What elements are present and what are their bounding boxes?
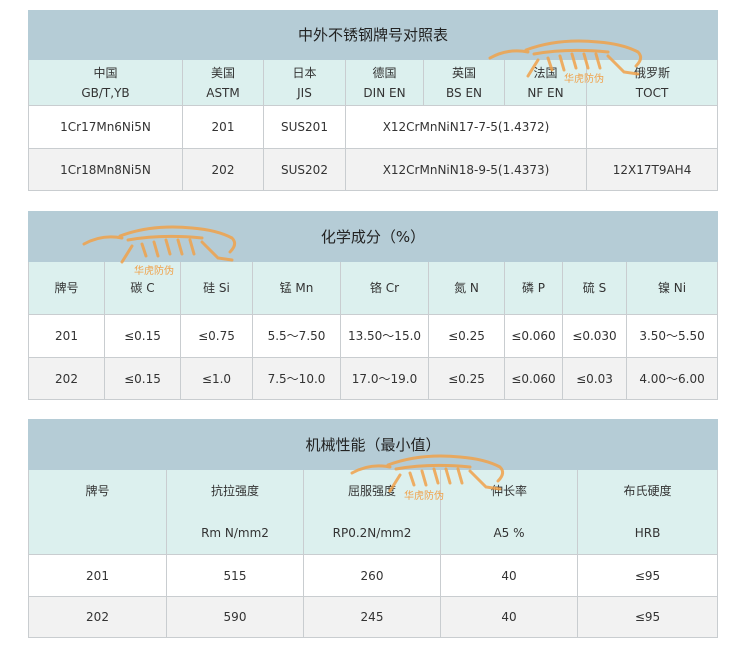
table-cell: ≤0.030 (562, 314, 627, 358)
cell-us: 201 (182, 105, 264, 149)
header-usa: 美国 ASTM (182, 59, 264, 106)
table-row: 1Cr17Mn6Ni5N 201 SUS201 X12CrMnNiN17-7-5… (28, 105, 719, 149)
cell-jp: SUS202 (263, 148, 346, 191)
header-grade: 牌号 (28, 469, 167, 555)
header-silicon: 硅 Si (180, 261, 253, 315)
header-grade: 牌号 (28, 261, 105, 315)
header-manganese: 锰 Mn (252, 261, 341, 315)
table-cell: ≤95 (577, 596, 718, 638)
cell-cn: 1Cr17Mn6Ni5N (28, 105, 183, 149)
table-cell: ≤0.03 (562, 357, 627, 400)
table-cell: ≤0.75 (180, 314, 253, 358)
table-cell: ≤0.25 (428, 357, 505, 400)
table-cell: ≤1.0 (180, 357, 253, 400)
table-row: 201 515 260 40 ≤95 (28, 554, 718, 597)
cell-ru (585, 105, 719, 149)
table-cell: 260 (303, 554, 441, 597)
table-cell: 4.00～6.00 (625, 357, 719, 400)
table-cell: 202 (28, 596, 167, 638)
header-nitrogen: 氮 N (428, 261, 505, 315)
table-title: 化学成分（%） (27, 211, 719, 262)
header-chromium: 铬 Cr (340, 261, 429, 315)
table-row: 202 590 245 40 ≤95 (28, 596, 718, 638)
header-sulfur: 硫 S (562, 261, 627, 315)
table-cell: ≤0.25 (428, 314, 505, 358)
table-cell: 17.0～19.0 (340, 357, 429, 400)
header-elongation: 伸长率 A5 % (440, 469, 578, 555)
cell-us: 202 (182, 148, 264, 191)
table-cell: 5.5～7.50 (252, 314, 341, 358)
cell-eu: X12CrMnNiN17-7-5(1.4372) (345, 105, 587, 149)
header-carbon: 碳 C (104, 261, 181, 315)
table-cell: ≤0.060 (504, 314, 563, 358)
header-tensile-strength: 抗拉强度 Rm N/mm2 (166, 469, 304, 555)
table-cell: 590 (166, 596, 304, 638)
header-japan: 日本 JIS (263, 59, 346, 106)
table-cell: 515 (166, 554, 304, 597)
table-cell: 13.50～15.0 (340, 314, 429, 358)
cell-ru: 12X17T9AH4 (585, 148, 719, 191)
table-row: 201 ≤0.15 ≤0.75 5.5～7.50 13.50～15.0 ≤0.2… (28, 314, 719, 358)
cell-jp: SUS201 (263, 105, 346, 149)
table-cell: ≤0.060 (504, 357, 563, 400)
header-phosphorus: 磷 P (504, 261, 563, 315)
header-yield-strength: 屈服强度 RP0.2N/mm2 (303, 469, 441, 555)
header-germany: 德国 DIN EN (345, 59, 424, 106)
steel-grade-comparison-table: 中外不锈钢牌号对照表 中国 GB/T,YB 美国 ASTM 日本 JIS 德国 DIN … (27, 10, 719, 191)
table-cell: 245 (303, 596, 441, 638)
header-france: 法国 NF EN (504, 59, 587, 106)
table-cell: 7.5～10.0 (252, 357, 341, 400)
header-brinell-hardness: 布氏硬度 HRB (577, 469, 718, 555)
cell-cn: 1Cr18Mn8Ni5N (28, 148, 183, 191)
table-cell: ≤95 (577, 554, 718, 597)
table-cell: 3.50～5.50 (625, 314, 719, 358)
table-cell: 40 (440, 596, 578, 638)
table-cell: 40 (440, 554, 578, 597)
chemical-composition-table: 化学成分（%） 牌号 碳 C 硅 Si 锰 Mn 铬 Cr 氮 N 磷 P 硫 … (27, 211, 719, 400)
table-cell: 201 (28, 314, 105, 358)
header-nickel: 镍 Ni (625, 261, 719, 315)
table-cell: ≤0.15 (104, 357, 181, 400)
header-uk: 英国 BS EN (423, 59, 505, 106)
header-russia: 俄罗斯 TOCT (585, 59, 719, 106)
table-row: 1Cr18Mn8Ni5N 202 SUS202 X12CrMnNiN18-9-5… (28, 148, 719, 191)
table-title: 中外不锈钢牌号对照表 (27, 10, 719, 60)
table-row: 202 ≤0.15 ≤1.0 7.5～10.0 17.0～19.0 ≤0.25 … (28, 357, 719, 400)
table-title: 机械性能（最小值） (28, 419, 718, 470)
table-cell: 202 (28, 357, 105, 400)
table-cell: 201 (28, 554, 167, 597)
mechanical-properties-table: 机械性能（最小值） 牌号 抗拉强度 Rm N/mm2 屈服强度 RP0.2N/mm2… (28, 419, 718, 638)
header-china: 中国 GB/T,YB (28, 59, 183, 106)
table-cell: ≤0.15 (104, 314, 181, 358)
cell-eu: X12CrMnNiN18-9-5(1.4373) (345, 148, 587, 191)
